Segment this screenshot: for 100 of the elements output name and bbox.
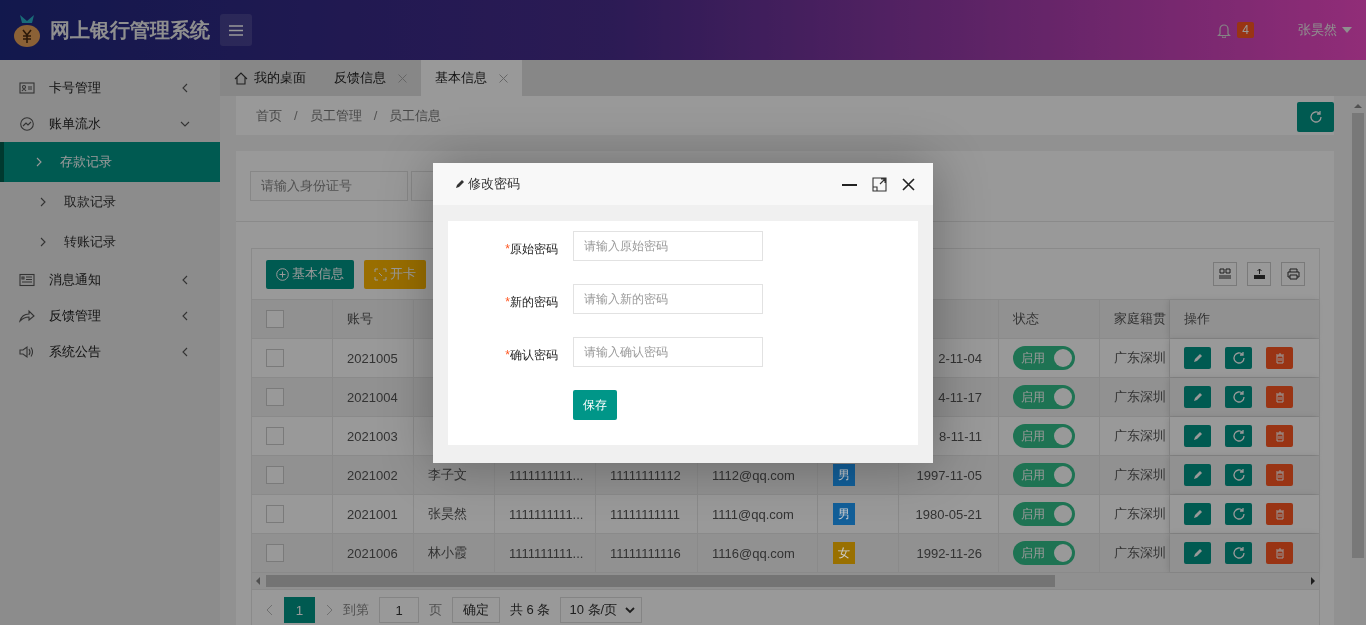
edit-button[interactable]: [1184, 347, 1211, 369]
reset-button[interactable]: [1225, 542, 1252, 564]
page-size-select[interactable]: 10 条/页: [560, 597, 643, 623]
table-cell: 2021004: [347, 389, 398, 405]
sidebar-subitem[interactable]: 存款记录: [0, 142, 220, 182]
user-menu[interactable]: 张昊然: [1298, 21, 1352, 39]
breadcrumb-separator: /: [373, 108, 378, 123]
sidebar-subitem[interactable]: 转账记录: [0, 222, 220, 262]
sidebar-item[interactable]: 账单流水: [0, 106, 220, 142]
checkbox[interactable]: [266, 466, 284, 484]
trash-icon: [1274, 352, 1285, 364]
delete-button[interactable]: [1266, 464, 1293, 486]
trash-icon: [1274, 547, 1285, 559]
table-cell: 1111111111...: [509, 545, 584, 561]
share-arrow-icon: [19, 309, 35, 323]
chevron-left-icon: [180, 275, 190, 285]
table-cell: 1997-11-05: [916, 467, 982, 483]
gender-tag: 男: [833, 503, 855, 525]
status-switch[interactable]: 启用: [1013, 385, 1075, 409]
caret-icon: [1342, 27, 1352, 33]
status-switch[interactable]: 启用: [1013, 463, 1075, 487]
search-field[interactable]: 请输入身份证号: [250, 171, 408, 201]
table-cell: 1980-05-21: [915, 506, 982, 522]
edit-button[interactable]: [1184, 386, 1211, 408]
table-cell: 4-11-17: [938, 389, 982, 405]
total-count: 共 6 条: [510, 601, 551, 619]
refresh-icon: [1231, 546, 1246, 560]
password-field[interactable]: 请输入原始密码: [573, 231, 763, 261]
status-switch[interactable]: 启用: [1013, 424, 1075, 448]
field-label: *新的密码: [504, 293, 558, 311]
horizontal-scrollbar[interactable]: [252, 573, 1319, 589]
trash-icon: [1274, 391, 1285, 403]
refresh-icon: [1231, 429, 1246, 443]
checkbox[interactable]: [266, 388, 284, 406]
edit-button[interactable]: [1184, 464, 1211, 486]
delete-button[interactable]: [1266, 542, 1293, 564]
delete-button[interactable]: [1266, 503, 1293, 525]
sidebar-item[interactable]: 消息通知: [0, 262, 220, 298]
breadcrumb-link[interactable]: 首页: [256, 106, 282, 125]
chevron-left-icon: [180, 347, 190, 357]
checkbox[interactable]: [266, 544, 284, 562]
column-header: 操作: [1184, 310, 1210, 328]
password-field[interactable]: 请输入新的密码: [573, 284, 763, 314]
table-cell: 李子文: [428, 466, 467, 484]
table-cell: 2021003: [347, 428, 398, 444]
print-button[interactable]: [1281, 262, 1305, 286]
save-button[interactable]: 保存: [573, 390, 617, 420]
page-unit: 页: [429, 601, 442, 619]
previous-page-icon[interactable]: [266, 604, 274, 616]
reset-button[interactable]: [1225, 503, 1252, 525]
breadcrumb-link[interactable]: 员工管理: [309, 106, 362, 125]
sidebar-item[interactable]: 卡号管理: [0, 70, 220, 106]
delete-button[interactable]: [1266, 425, 1293, 447]
table-cell: 1111@qq.com: [712, 506, 794, 522]
status-switch[interactable]: 启用: [1013, 541, 1075, 565]
export-button[interactable]: [1247, 262, 1271, 286]
maximize-icon[interactable]: [872, 176, 887, 192]
sidebar-item[interactable]: 反馈管理: [0, 298, 220, 334]
checkbox[interactable]: [266, 427, 284, 445]
columns-button[interactable]: [1213, 262, 1237, 286]
edit-button[interactable]: [1184, 542, 1211, 564]
confirm-button[interactable]: 确定: [452, 597, 500, 623]
app-title: 网上银行管理系统: [50, 17, 210, 43]
reset-button[interactable]: [1225, 464, 1252, 486]
chevron-left-icon: [180, 311, 190, 321]
table-cell: 2021005: [347, 350, 398, 366]
reset-button[interactable]: [1225, 386, 1252, 408]
sidebar-subitem[interactable]: 取款记录: [0, 182, 220, 222]
checkbox[interactable]: [266, 505, 284, 523]
page-input[interactable]: 1: [379, 597, 419, 623]
table-cell: 广东深圳: [1114, 466, 1166, 484]
refresh-button[interactable]: [1297, 101, 1334, 132]
checkbox[interactable]: [266, 310, 284, 328]
delete-button[interactable]: [1266, 347, 1293, 369]
home-icon: [234, 71, 248, 85]
status-switch[interactable]: 启用: [1013, 346, 1075, 370]
table-cell: 广东深圳: [1114, 349, 1166, 367]
bell-icon[interactable]: [1217, 22, 1232, 38]
breadcrumb-link[interactable]: 员工信息: [389, 106, 442, 125]
sidebar-item[interactable]: 系统公告: [0, 334, 220, 370]
reset-button[interactable]: [1225, 425, 1252, 447]
edit-button[interactable]: [1184, 425, 1211, 447]
password-field[interactable]: 请输入确认密码: [573, 337, 763, 367]
tab[interactable]: 基本信息: [421, 60, 522, 96]
refresh-icon: [1231, 468, 1246, 482]
delete-button[interactable]: [1266, 386, 1293, 408]
edit-button[interactable]: [1184, 503, 1211, 525]
goto-label: 到第: [343, 601, 369, 619]
table-cell: 2-11-04: [938, 350, 982, 366]
status-switch[interactable]: 启用: [1013, 502, 1075, 526]
checkbox[interactable]: [266, 349, 284, 367]
table-cell: 张昊然: [428, 505, 467, 523]
reset-button[interactable]: [1225, 347, 1252, 369]
chevron-right-icon: [40, 197, 46, 207]
table-cell: 1992-11-26: [916, 545, 982, 561]
table-cell: 11111111111: [610, 506, 680, 522]
page-button[interactable]: 1: [284, 597, 315, 623]
close-icon[interactable]: [902, 177, 915, 191]
next-page-icon[interactable]: [325, 604, 333, 616]
toolbar-button[interactable]: 基本信息: [266, 259, 354, 289]
